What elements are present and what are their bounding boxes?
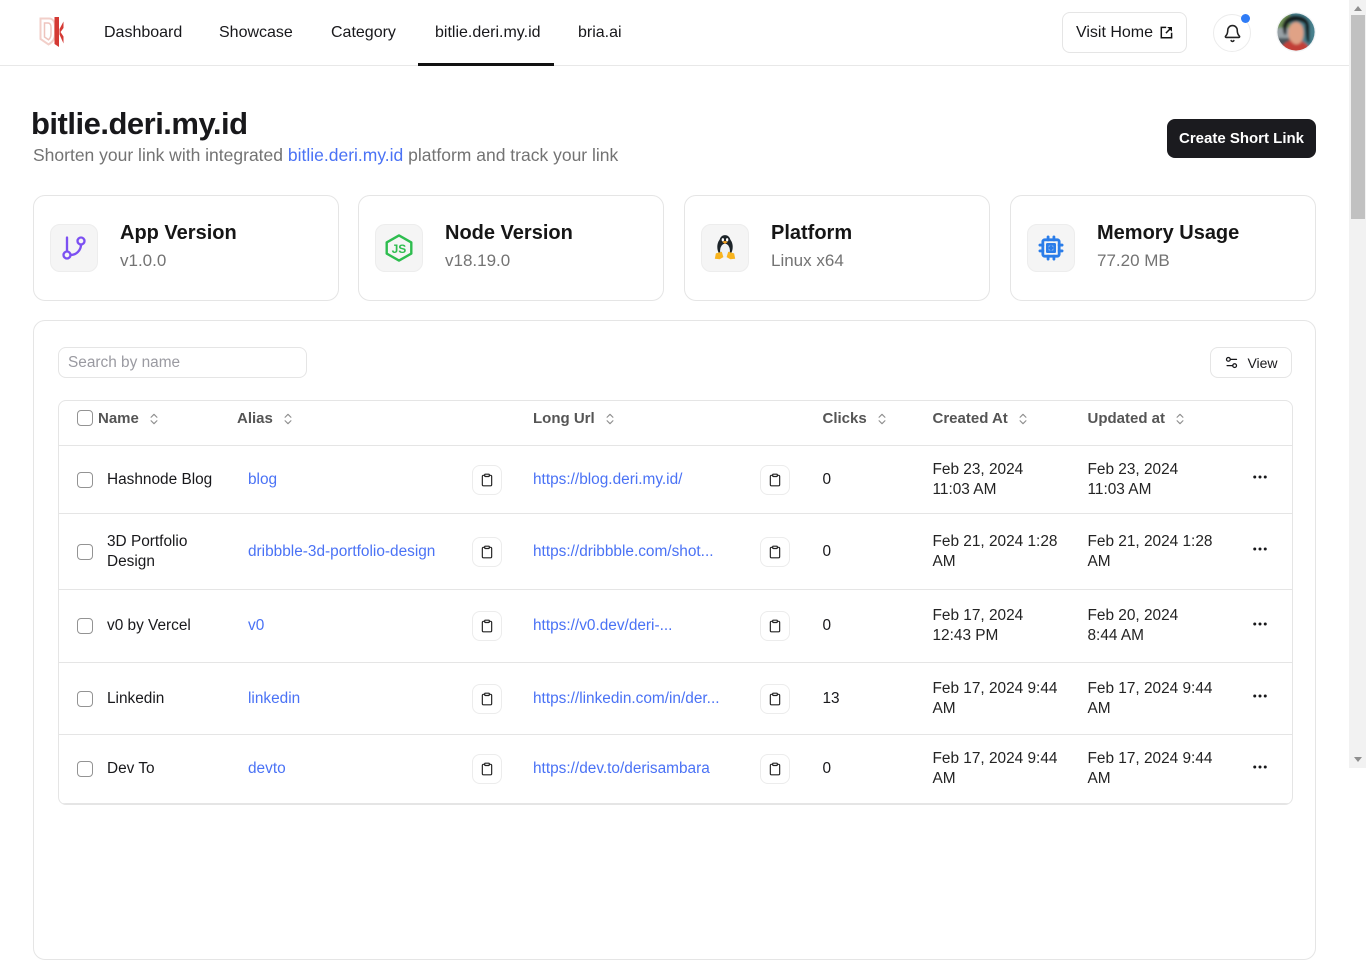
svg-text:JS: JS [392, 242, 407, 256]
